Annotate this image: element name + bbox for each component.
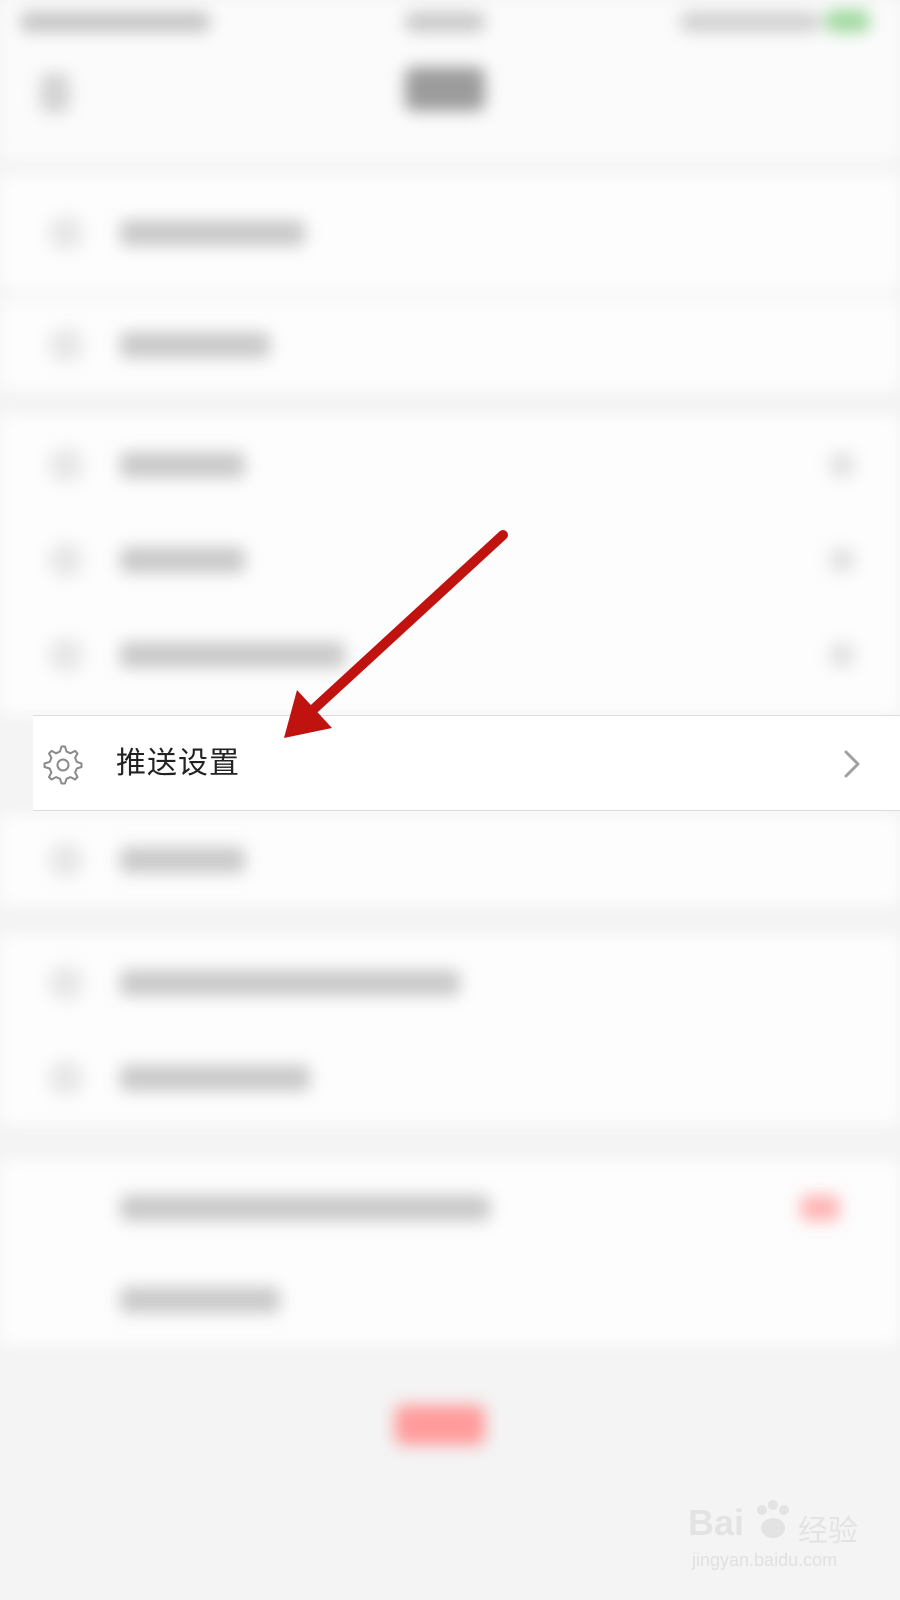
paw-icon xyxy=(757,1500,789,1538)
baidu-watermark: Bai 经验 jingyan.baidu.com xyxy=(688,1498,878,1578)
watermark-brand: Bai xyxy=(688,1502,745,1543)
watermark-url: jingyan.baidu.com xyxy=(692,1550,838,1570)
annotation-arrow xyxy=(284,530,508,738)
watermark-suffix: 经验 xyxy=(798,1514,858,1549)
